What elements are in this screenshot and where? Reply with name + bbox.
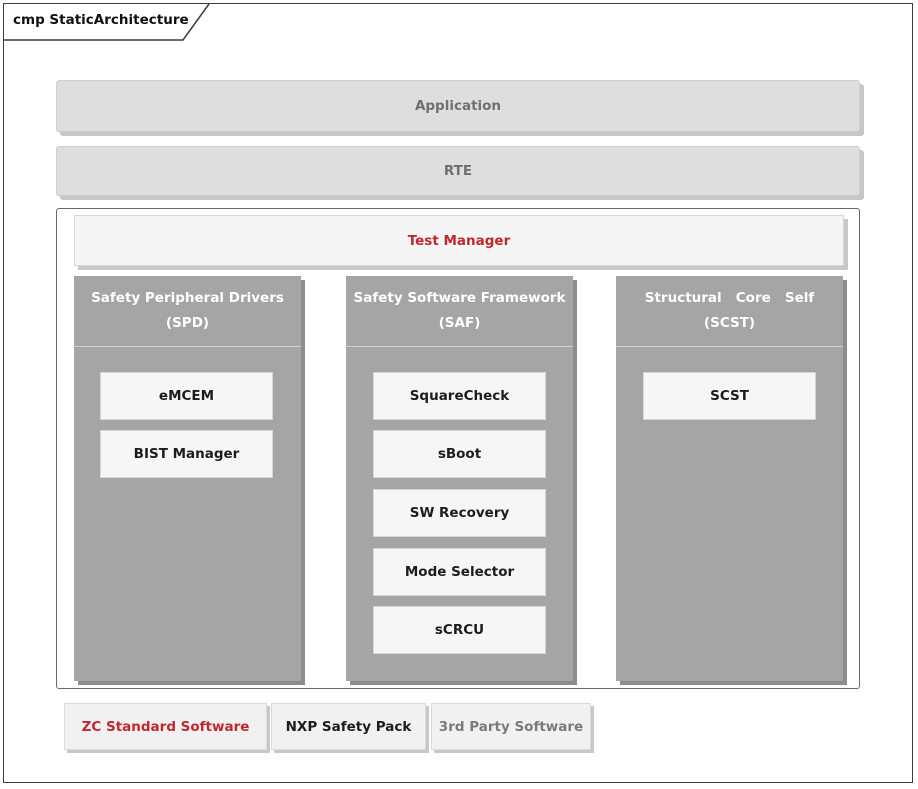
column-spd-title: Safety Peripheral Drivers <box>91 290 284 306</box>
column-scst-abbrev: (SCST) <box>703 315 756 331</box>
legend-label: ZC Standard Software <box>81 718 250 735</box>
module-sboot[interactable]: sBoot <box>373 430 546 478</box>
legend-zc-standard-software[interactable]: ZC Standard Software <box>64 703 267 750</box>
column-spd[interactable]: Safety Peripheral Drivers (SPD) eMCEM BI… <box>74 276 301 681</box>
frame-title: cmp StaticArchitecture <box>13 12 189 28</box>
column-divider <box>74 346 301 347</box>
column-saf-abbrev: (SAF) <box>438 315 481 331</box>
module-mode-selector[interactable]: Mode Selector <box>373 548 546 596</box>
rte-layer-label: RTE <box>443 163 473 179</box>
test-manager-label: Test Manager <box>407 232 511 249</box>
module-label: SquareCheck <box>409 388 510 404</box>
rte-layer[interactable]: RTE <box>56 146 860 196</box>
column-divider <box>616 346 843 347</box>
module-squarecheck[interactable]: SquareCheck <box>373 372 546 420</box>
module-label: SW Recovery <box>409 505 510 521</box>
legend-nxp-safety-pack[interactable]: NXP Safety Pack <box>271 703 426 750</box>
column-scst-header: Structural Core Self (SCST) <box>616 276 843 346</box>
column-divider <box>346 346 573 347</box>
column-saf-header: Safety Software Framework (SAF) <box>346 276 573 346</box>
module-label: SCST <box>710 388 749 404</box>
module-emcem[interactable]: eMCEM <box>100 372 273 420</box>
column-saf-title: Safety Software Framework <box>353 290 566 306</box>
module-sw-recovery[interactable]: SW Recovery <box>373 489 546 537</box>
module-label: sCRCU <box>434 622 485 638</box>
column-spd-abbrev: (SPD) <box>165 315 210 331</box>
module-label: eMCEM <box>158 388 215 404</box>
frame-tab: cmp StaticArchitecture <box>3 3 213 43</box>
module-label: BIST Manager <box>133 446 240 462</box>
module-label: Mode Selector <box>404 564 515 580</box>
test-manager-block[interactable]: Test Manager <box>74 215 844 266</box>
column-scst-title: Structural Core Self <box>644 290 815 306</box>
application-layer-label: Application <box>414 98 502 114</box>
column-saf[interactable]: Safety Software Framework (SAF) SquareCh… <box>346 276 573 681</box>
module-bist-manager[interactable]: BIST Manager <box>100 430 273 478</box>
module-scst[interactable]: SCST <box>643 372 816 420</box>
legend-label: NXP Safety Pack <box>285 718 412 735</box>
column-spd-header: Safety Peripheral Drivers (SPD) <box>74 276 301 346</box>
column-scst[interactable]: Structural Core Self (SCST) SCST <box>616 276 843 681</box>
module-scrcu[interactable]: sCRCU <box>373 606 546 654</box>
legend-label: 3rd Party Software <box>438 718 584 735</box>
application-layer[interactable]: Application <box>56 80 860 132</box>
legend-3rd-party-software[interactable]: 3rd Party Software <box>431 703 591 750</box>
module-label: sBoot <box>437 446 482 462</box>
